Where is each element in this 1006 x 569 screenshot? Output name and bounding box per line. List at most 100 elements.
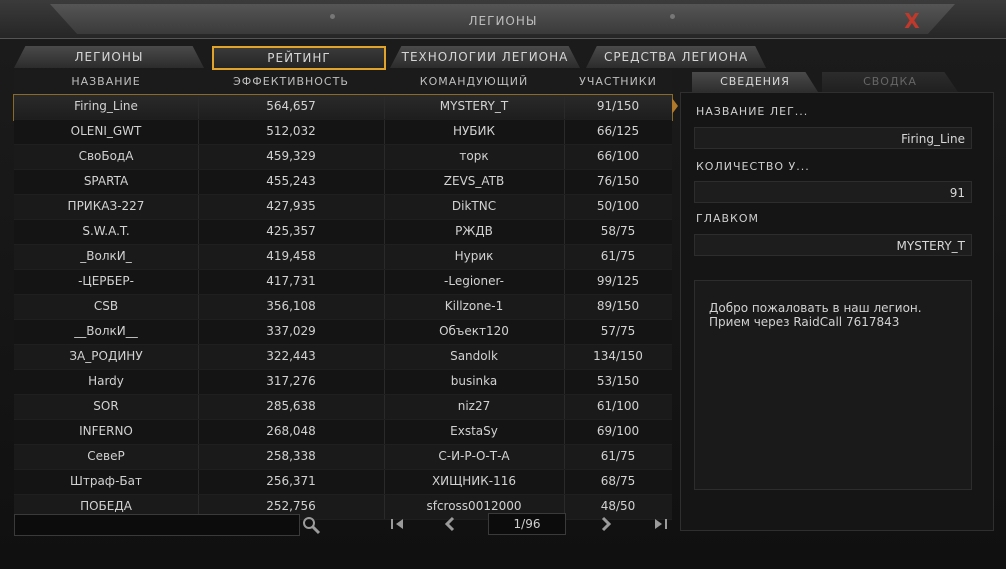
tab-legions[interactable]: ЛЕГИОНЫ <box>14 46 204 68</box>
commander-cell: businka <box>450 374 498 388</box>
members-cell: 69/100 <box>596 424 640 438</box>
commander-label: ГЛАВКОМ <box>696 212 760 225</box>
members-cell: 61/100 <box>596 399 640 413</box>
legion-name-cell: CSB <box>93 299 119 313</box>
legion-name-cell: СевеР <box>87 449 125 463</box>
table-row[interactable]: INFERNO 268,048 ExstaSy 69/100 <box>14 420 672 445</box>
efficiency-cell: 356,108 <box>266 299 316 313</box>
description-text: Добро пожаловать в наш легион. Прием чер… <box>709 301 922 329</box>
legion-name-cell: S.W.A.T. <box>82 224 130 238</box>
table-row[interactable]: СевеР 258,338 С-И-Р-О-Т-А 61/75 <box>14 445 672 470</box>
table-row[interactable]: SPARTA 455,243 ZEVS_ATB 76/150 <box>14 170 672 195</box>
members-cell: 91/150 <box>596 99 640 113</box>
commander-cell: Объект120 <box>439 324 509 338</box>
table-row[interactable]: -ЦЕРБЕР- 417,731 -Legioner- 99/125 <box>14 270 672 295</box>
members-cell: 68/75 <box>600 474 636 488</box>
members-cell: 134/150 <box>593 349 643 363</box>
table-row[interactable]: Штраф-Бат 256,371 ХИЩНИК-116 68/75 <box>14 470 672 495</box>
legion-name-cell: INFERNO <box>79 424 133 438</box>
column-header-efficiency[interactable]: ЭФФЕКТИВНОСТЬ <box>198 75 384 88</box>
efficiency-cell: 252,756 <box>266 499 316 513</box>
members-cell: 99/125 <box>596 274 640 288</box>
title-bar: ЛЕГИОНЫ X <box>0 0 1006 39</box>
members-cell: 58/75 <box>600 224 636 238</box>
window-title: ЛЕГИОНЫ <box>468 14 538 28</box>
legion-name-cell: ПОБЕДА <box>80 499 132 513</box>
last-page-button[interactable] <box>650 514 670 534</box>
efficiency-cell: 256,371 <box>266 474 316 488</box>
table-body: Firing_Line 564,657 MYSTERY_T 91/150 OLENI_G… <box>13 94 673 520</box>
efficiency-cell: 427,935 <box>266 199 316 213</box>
tab-legion-tech[interactable]: ТЕХНОЛОГИИ ЛЕГИОНА <box>390 46 580 68</box>
table-row[interactable]: SOR 285,638 niz27 61/100 <box>14 395 672 420</box>
table-row[interactable]: _ВолкИ_ 419,458 Нурик 61/75 <box>14 245 672 270</box>
legions-window: ЛЕГИОНЫ X ЛЕГИОНЫ РЕЙТИНГ ТЕХНОЛОГИИ ЛЕГ… <box>0 0 1006 569</box>
efficiency-cell: 425,357 <box>266 224 316 238</box>
table-row[interactable]: СвоБодА 459,329 торк 66/100 <box>14 145 672 170</box>
commander-cell: НУБИК <box>452 124 496 138</box>
commander-cell: ExstaSy <box>450 424 498 438</box>
legion-name-cell: ПРИКАЗ-227 <box>67 199 145 213</box>
commander-cell: С-И-Р-О-Т-А <box>438 449 510 463</box>
members-cell: 48/50 <box>600 499 636 513</box>
table-row[interactable]: S.W.A.T. 425,357 РЖДВ 58/75 <box>14 220 672 245</box>
legion-name-cell: Штраф-Бат <box>70 474 142 488</box>
tab-details[interactable]: СВЕДЕНИЯ <box>692 72 818 92</box>
member-count-field: 91 <box>694 181 972 203</box>
next-page-button[interactable] <box>596 514 616 534</box>
member-count-label: КОЛИЧЕСТВО У... <box>696 160 810 173</box>
column-header-name[interactable]: НАЗВАНИЕ <box>14 75 198 88</box>
efficiency-cell: 258,338 <box>266 449 316 463</box>
table-row[interactable]: Hardy 317,276 businka 53/150 <box>14 370 672 395</box>
commander-cell: Sandolk <box>450 349 498 363</box>
members-cell: 61/75 <box>600 449 636 463</box>
members-cell: 50/100 <box>596 199 640 213</box>
efficiency-cell: 419,458 <box>266 249 316 263</box>
table-row[interactable]: CSB 356,108 Killzone-1 89/150 <box>14 295 672 320</box>
legion-name-cell: _ВолкИ_ <box>80 249 132 263</box>
members-cell: 89/150 <box>596 299 640 313</box>
legion-name-cell: SOR <box>93 399 119 413</box>
table-row[interactable]: Firing_Line 564,657 MYSTERY_T 91/150 <box>13 94 673 121</box>
efficiency-cell: 268,048 <box>266 424 316 438</box>
efficiency-cell: 285,638 <box>266 399 316 413</box>
commander-cell: -Legioner- <box>444 274 504 288</box>
first-page-button[interactable] <box>388 514 408 534</box>
column-header-commander[interactable]: КОМАНДУЮЩИЙ <box>384 75 564 88</box>
legion-name-cell: __ВолкИ__ <box>74 324 138 338</box>
commander-cell: РЖДВ <box>455 224 493 238</box>
members-cell: 57/75 <box>600 324 636 338</box>
tab-legion-funds[interactable]: СРЕДСТВА ЛЕГИОНА <box>586 46 766 68</box>
legion-description: Добро пожаловать в наш легион. Прием чер… <box>694 280 972 490</box>
members-cell: 61/75 <box>600 249 636 263</box>
legions-table: НАЗВАНИЕ ЭФФЕКТИВНОСТЬ КОМАНДУЮЩИЙ УЧАСТ… <box>13 70 673 520</box>
prev-page-button[interactable] <box>440 514 460 534</box>
commander-field: MYSTERY_T <box>694 234 972 256</box>
search-icon[interactable] <box>300 514 322 536</box>
commander-cell: MYSTERY_T <box>439 99 509 113</box>
commander-cell: DikTNC <box>451 199 497 213</box>
column-header-members[interactable]: УЧАСТНИКИ <box>564 75 672 88</box>
search-input[interactable] <box>14 514 300 536</box>
close-button[interactable]: X <box>900 9 924 33</box>
members-cell: 66/125 <box>596 124 640 138</box>
legion-name-cell: СвоБодА <box>78 149 134 163</box>
table-row[interactable]: OLENI_GWT 512,032 НУБИК 66/125 <box>14 120 672 145</box>
commander-cell: Killzone-1 <box>444 299 504 313</box>
tab-summary[interactable]: СВОДКА <box>822 72 958 92</box>
members-cell: 66/100 <box>596 149 640 163</box>
page-indicator: 1/96 <box>488 513 566 535</box>
commander-cell: niz27 <box>457 399 491 413</box>
commander-cell: ХИЩНИК-116 <box>431 474 517 488</box>
legion-name-cell: -ЦЕРБЕР- <box>78 274 134 288</box>
legion-name-label: НАЗВАНИЕ ЛЕГ... <box>696 105 809 118</box>
legion-name-cell: Hardy <box>88 374 124 388</box>
tab-rating[interactable]: РЕЙТИНГ <box>212 46 386 70</box>
table-row[interactable]: ЗА_РОДИНУ 322,443 Sandolk 134/150 <box>14 345 672 370</box>
legion-name-cell: Firing_Line <box>74 99 138 113</box>
table-row[interactable]: __ВолкИ__ 337,029 Объект120 57/75 <box>14 320 672 345</box>
members-cell: 76/150 <box>596 174 640 188</box>
table-row[interactable]: ПРИКАЗ-227 427,935 DikTNC 50/100 <box>14 195 672 220</box>
commander-cell: sfcross0012000 <box>426 499 522 513</box>
efficiency-cell: 455,243 <box>266 174 316 188</box>
